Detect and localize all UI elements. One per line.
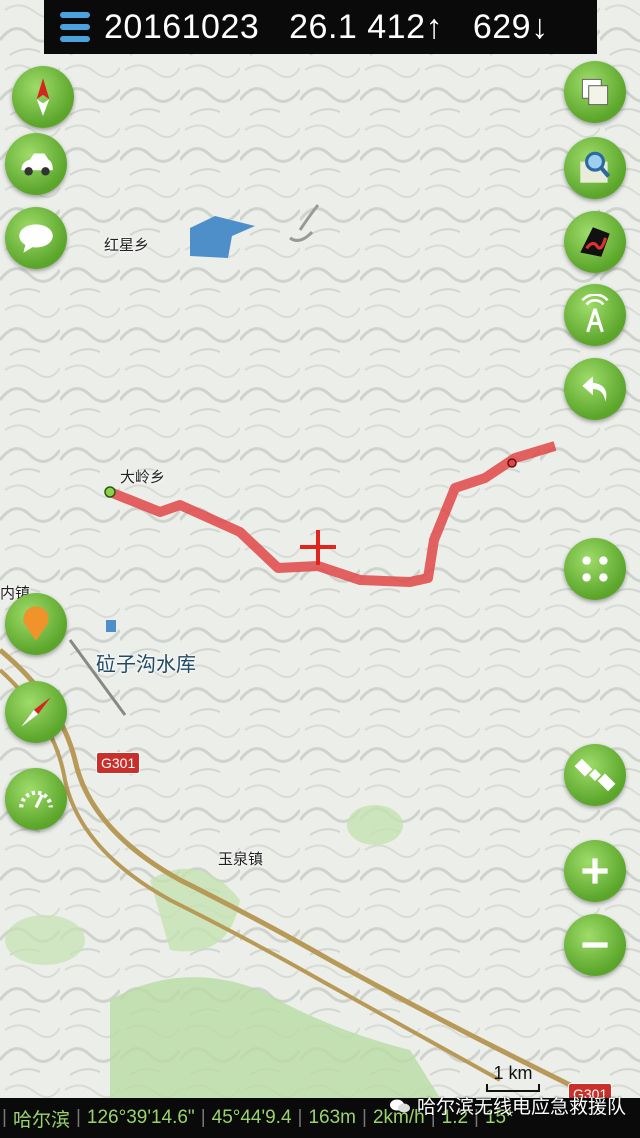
compass-button[interactable] xyxy=(12,66,74,128)
watermark: 哈尔滨无线电应急救援队 xyxy=(389,1092,626,1119)
separator: | xyxy=(75,1107,81,1128)
track-ascent: 412 xyxy=(367,7,426,46)
status-altitude: 163m xyxy=(308,1107,356,1128)
place-label-daling: 大岭乡 xyxy=(120,469,166,486)
car-mode-button[interactable] xyxy=(5,133,67,195)
poi-button[interactable] xyxy=(5,593,67,655)
place-label-hongxing: 红星乡 xyxy=(104,237,150,254)
map-search-button[interactable] xyxy=(564,137,626,199)
separator: | xyxy=(362,1107,367,1128)
satellite-icon xyxy=(574,758,616,792)
undo-button[interactable] xyxy=(564,358,626,420)
place-label-reservoir: 砬子沟水库 xyxy=(96,654,196,676)
more-options-button[interactable] xyxy=(564,538,626,600)
signal-tower-icon xyxy=(581,294,609,333)
map-search-icon xyxy=(580,151,611,183)
separator: | xyxy=(297,1107,303,1128)
zoom-out-button[interactable] xyxy=(564,914,626,976)
undo-icon xyxy=(582,376,607,402)
watermark-text: 哈尔滨无线电应急救援队 xyxy=(416,1097,626,1118)
zoom-in-button[interactable] xyxy=(564,840,626,902)
speedometer-button[interactable] xyxy=(5,768,67,830)
up-arrow-icon: ↑ xyxy=(425,7,443,46)
dots-menu-icon xyxy=(582,556,608,582)
satellite-button[interactable] xyxy=(564,744,626,806)
place-label-yuquan: 玉泉镇 xyxy=(218,851,264,868)
status-city: 哈尔滨 xyxy=(12,1109,70,1131)
zoom-in-icon xyxy=(582,858,608,884)
track-icon xyxy=(580,227,610,257)
track-summary: 20161023 26.1 412↑ 629↓ xyxy=(104,8,549,47)
track-button[interactable] xyxy=(564,211,626,273)
track-distance: 26.1 xyxy=(289,7,358,46)
separator: | xyxy=(200,1107,206,1128)
signal-button[interactable] xyxy=(564,284,626,346)
scale-bar-line xyxy=(486,1084,540,1092)
chat-icon xyxy=(19,224,53,253)
separator: | xyxy=(2,1107,7,1128)
menu-icon[interactable] xyxy=(60,12,90,42)
top-status-bar: 20161023 26.1 412↑ 629↓ xyxy=(44,0,597,54)
layers-icon xyxy=(581,78,609,106)
track-descent: 629 xyxy=(472,7,532,46)
speedometer-icon xyxy=(19,790,53,809)
compass-icon xyxy=(36,78,50,116)
direction-button[interactable] xyxy=(5,681,67,743)
layers-button[interactable] xyxy=(564,61,626,123)
scale-label: 1 km xyxy=(493,1063,533,1083)
down-arrow-icon: ↓ xyxy=(531,7,549,46)
track-date: 20161023 xyxy=(104,7,260,46)
status-latitude: 45°44'9.4 xyxy=(211,1107,292,1128)
compass-small-icon xyxy=(21,697,51,727)
car-icon xyxy=(21,153,53,176)
wechat-icon xyxy=(389,1099,410,1112)
map-canvas[interactable] xyxy=(0,0,640,1138)
chat-button[interactable] xyxy=(5,207,67,269)
road-shield-g301: G301 xyxy=(96,752,141,774)
zoom-out-icon xyxy=(582,942,608,948)
scale-bar: 1 km xyxy=(486,1063,540,1092)
status-longitude: 126°39'14.6" xyxy=(86,1107,195,1128)
location-pin-icon xyxy=(23,606,49,641)
